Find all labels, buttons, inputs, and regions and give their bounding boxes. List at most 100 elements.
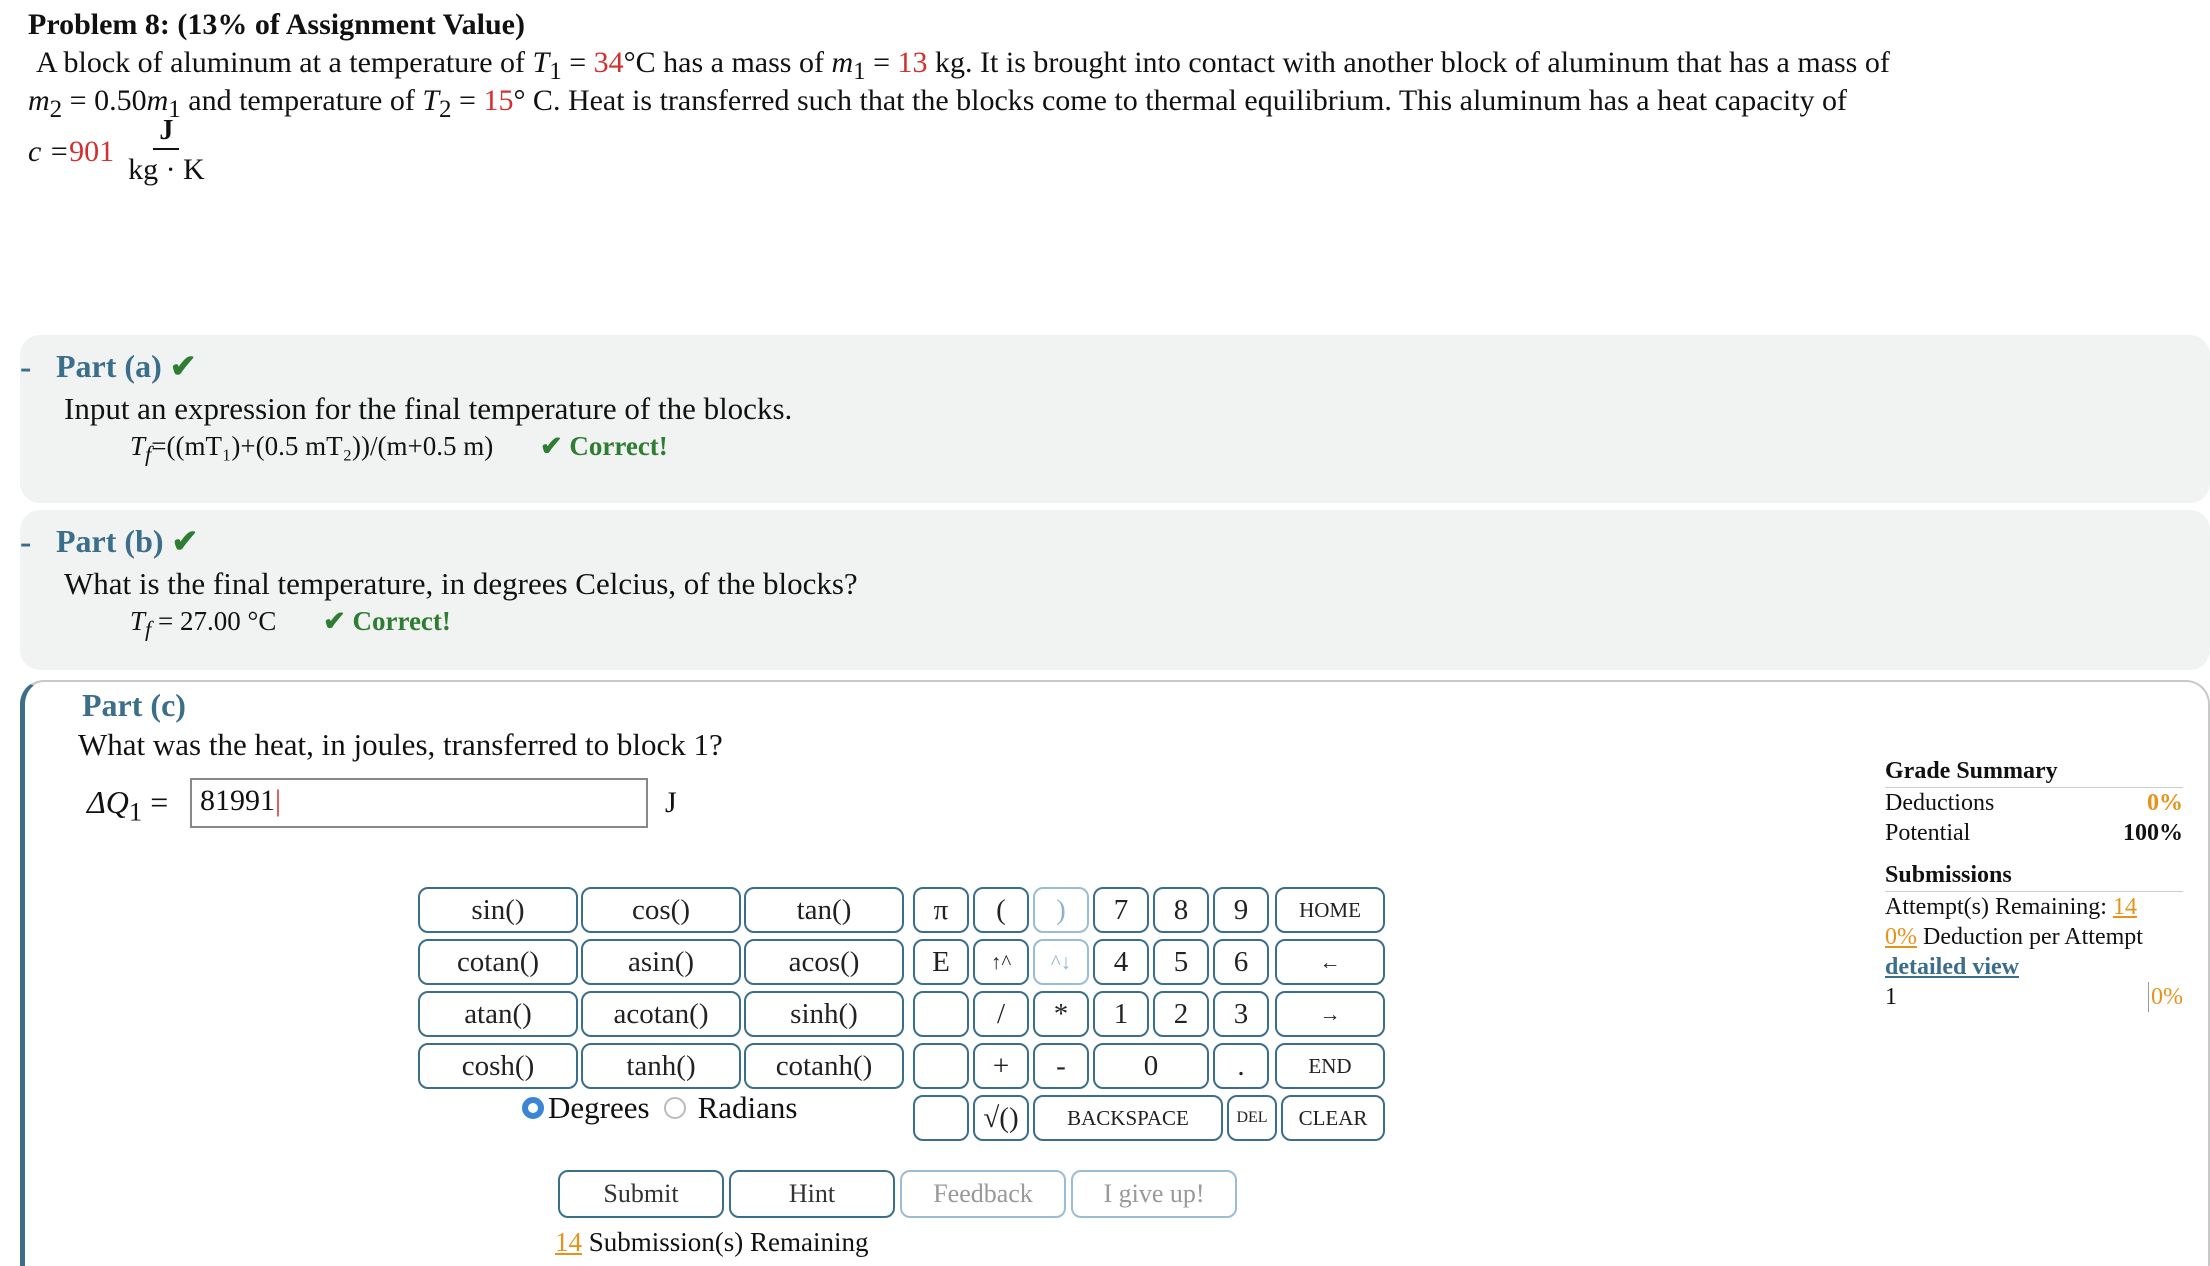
key-1[interactable]: 1	[1093, 991, 1149, 1037]
key-cosh[interactable]: cosh()	[418, 1043, 578, 1089]
delta-q-symbol: ΔQ	[87, 784, 129, 820]
part-b-title: Part (b) ✔	[56, 522, 198, 560]
key-e[interactable]: E	[913, 939, 969, 985]
key-home[interactable]: HOME	[1275, 887, 1385, 933]
part-b-panel: - Part (b) ✔ What is the final temperatu…	[20, 510, 2210, 670]
deductions-value: 0%	[2147, 790, 2183, 816]
part-a-panel: - Part (a) ✔ Input an expression for the…	[20, 335, 2210, 503]
key-acos[interactable]: acos()	[744, 939, 904, 985]
key-2[interactable]: 2	[1153, 991, 1209, 1037]
key-cos[interactable]: cos()	[581, 887, 741, 933]
answer-input[interactable]: 81991|	[190, 778, 648, 828]
feedback-button[interactable]: Feedback	[900, 1170, 1066, 1218]
detailed-view-link[interactable]: detailed view	[1885, 952, 2183, 982]
collapse-part-b[interactable]: -	[20, 524, 31, 562]
t1-symbol: T	[532, 46, 550, 79]
key-divide[interactable]: /	[973, 991, 1029, 1037]
deduction-pct: 0%	[1885, 924, 1917, 950]
key-sin[interactable]: sin()	[418, 887, 578, 933]
give-up-button[interactable]: I give up!	[1071, 1170, 1237, 1218]
key-tanh[interactable]: tanh()	[581, 1043, 741, 1089]
collapse-part-a[interactable]: -	[20, 349, 31, 387]
potential-value: 100%	[2123, 820, 2183, 846]
t1-subscript: 1	[549, 58, 562, 85]
potential-label: Potential	[1885, 820, 1971, 846]
heat-capacity-line: c = 901 J kg · K	[28, 116, 205, 188]
c-unit-denominator: kg · K	[128, 153, 205, 186]
part-a-question: Input an expression for the final temper…	[64, 391, 793, 426]
key-sqrt[interactable]: √()	[973, 1095, 1029, 1141]
problem-text: A block of aluminum at a temperature of	[36, 46, 533, 79]
part-b-answer: Tf = 27.00 °C ✔ Correct!	[130, 606, 451, 642]
key-blank-2[interactable]	[913, 1043, 969, 1089]
key-cotanh[interactable]: cotanh()	[744, 1043, 904, 1089]
key-backspace[interactable]: BACKSPACE	[1033, 1095, 1223, 1141]
grade-summary: Grade Summary Deductions 0% Potential 10…	[1885, 758, 2183, 1012]
submission-deduction: 0%	[2148, 982, 2183, 1012]
key-right-arrow[interactable]: →	[1275, 991, 1385, 1037]
key-acotan[interactable]: acotan()	[581, 991, 741, 1037]
key-end[interactable]: END	[1275, 1043, 1385, 1089]
key-9[interactable]: 9	[1213, 887, 1269, 933]
m1-symbol: m	[146, 84, 169, 117]
key-minus[interactable]: -	[1033, 1043, 1089, 1089]
key-close-paren[interactable]: )	[1033, 887, 1089, 933]
part-b-question: What is the final temperature, in degree…	[64, 566, 858, 601]
grade-summary-title: Grade Summary	[1885, 758, 2183, 788]
submission-index: 1	[1885, 984, 1897, 1010]
key-del[interactable]: DEL	[1227, 1095, 1277, 1141]
delta-q-equals: =	[142, 784, 169, 820]
deductions-row: Deductions 0%	[1885, 788, 2183, 818]
key-blank-1[interactable]	[913, 991, 969, 1037]
key-cotan[interactable]: cotan()	[418, 939, 578, 985]
correct-label: ✔ Correct!	[323, 606, 451, 636]
radians-radio[interactable]	[663, 1097, 686, 1119]
remaining-count: 14	[555, 1227, 582, 1257]
check-icon: ✔	[171, 523, 199, 559]
remaining-text: Submission(s) Remaining	[582, 1227, 869, 1257]
delta-q-subscript: 1	[128, 796, 143, 827]
attempts-label: Attempt(s) Remaining:	[1885, 894, 2113, 920]
submit-button[interactable]: Submit	[558, 1170, 724, 1218]
text-caret: |	[275, 784, 282, 817]
key-atan[interactable]: atan()	[418, 991, 578, 1037]
key-clear[interactable]: CLEAR	[1281, 1095, 1385, 1141]
key-blank-3[interactable]	[913, 1095, 969, 1141]
key-up-power[interactable]: ↑^	[973, 939, 1029, 985]
submission-row: 1 0%	[1885, 982, 2183, 1012]
t1-value: 34	[593, 46, 624, 79]
key-plus[interactable]: +	[973, 1043, 1029, 1089]
degrees-radio[interactable]	[522, 1097, 544, 1119]
part-a-title-text: Part (a)	[56, 348, 162, 384]
deduction-text: Deduction per Attempt	[1917, 924, 2143, 950]
key-5[interactable]: 5	[1153, 939, 1209, 985]
key-asin[interactable]: asin()	[581, 939, 741, 985]
key-tan[interactable]: tan()	[744, 887, 904, 933]
part-a-expression: =((mT₁)+(0.5 mT₂))/(m+0.5 m)	[151, 431, 494, 461]
key-multiply[interactable]: *	[1033, 991, 1089, 1037]
key-pi[interactable]: π	[913, 887, 969, 933]
answer-input-value: 81991	[200, 784, 275, 817]
key-left-arrow[interactable]: ←	[1275, 939, 1385, 985]
key-3[interactable]: 3	[1213, 991, 1269, 1037]
t2-symbol: T	[422, 84, 440, 117]
key-sinh[interactable]: sinh()	[744, 991, 904, 1037]
problem-line-2: m2 = 0.50m1 and temperature of T2 = 15° …	[28, 84, 1848, 123]
key-decimal[interactable]: .	[1213, 1043, 1269, 1089]
part-c-panel: Part (c) What was the heat, in joules, t…	[20, 680, 2210, 1266]
attempts-value: 14	[2112, 894, 2137, 920]
tf-symbol: T	[130, 431, 146, 461]
key-0[interactable]: 0	[1093, 1043, 1209, 1089]
key-6[interactable]: 6	[1213, 939, 1269, 985]
m1-value: 13	[897, 46, 928, 79]
key-8[interactable]: 8	[1153, 887, 1209, 933]
key-down-power[interactable]: ^↓	[1033, 939, 1089, 985]
submissions-remaining: 14 Submission(s) Remaining	[555, 1227, 869, 1258]
hint-button[interactable]: Hint	[729, 1170, 895, 1218]
key-open-paren[interactable]: (	[973, 887, 1029, 933]
key-4[interactable]: 4	[1093, 939, 1149, 985]
key-7[interactable]: 7	[1093, 887, 1149, 933]
m2-symbol: m	[28, 84, 50, 117]
check-icon: ✔	[169, 348, 197, 384]
angle-mode: Degrees Radians	[522, 1090, 797, 1126]
